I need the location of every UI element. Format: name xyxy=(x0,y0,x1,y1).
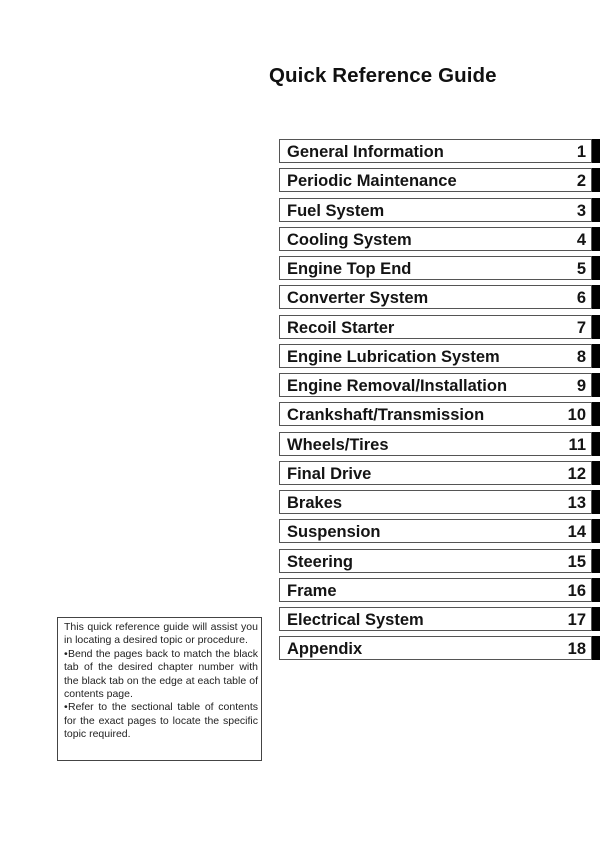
chapter-title: Wheels/Tires xyxy=(287,435,389,454)
black-tab-marker xyxy=(592,577,600,602)
chapter-box: Cooling System 4 xyxy=(279,226,592,251)
chapter-entry[interactable]: Engine Top End 5 xyxy=(279,256,600,280)
chapter-number: 12 xyxy=(567,464,586,483)
chapter-number: 7 xyxy=(576,318,586,337)
chapter-title: Electrical System xyxy=(287,611,424,629)
black-tab-marker xyxy=(592,519,600,544)
usage-note-box: This quick reference guide will assist y… xyxy=(57,617,262,761)
chapter-number: 6 xyxy=(576,289,586,308)
chapter-title: Periodic Maintenance xyxy=(287,172,457,191)
chapter-box: Brakes 13 xyxy=(279,490,592,514)
chapter-box: Converter System 6 xyxy=(279,285,592,310)
chapter-box: Fuel System 3 xyxy=(279,197,592,222)
chapter-number: 3 xyxy=(576,201,586,220)
black-tab-marker xyxy=(592,548,600,573)
black-tab-marker xyxy=(592,197,600,222)
chapter-number: 17 xyxy=(567,611,586,629)
black-tab-marker xyxy=(592,431,600,456)
chapter-box: Engine Top End 5 xyxy=(279,256,592,280)
chapter-entry[interactable]: Final Drive 12 xyxy=(279,460,600,485)
black-tab-marker xyxy=(592,373,600,397)
chapter-box: Electrical System 17 xyxy=(279,607,592,631)
chapter-title: Recoil Starter xyxy=(287,318,395,337)
note-bullet: •Bend the pages back to match the black … xyxy=(64,648,258,702)
chapter-entry[interactable]: Frame 16 xyxy=(279,577,600,602)
chapter-box: General Information 1 xyxy=(279,139,592,163)
chapter-entry[interactable]: Steering 15 xyxy=(279,548,600,573)
chapter-title: Crankshaft/Transmission xyxy=(287,406,485,425)
chapter-number: 16 xyxy=(567,581,586,600)
chapter-box: Appendix 18 xyxy=(279,636,592,661)
black-tab-marker xyxy=(592,343,600,368)
chapter-box: Steering 15 xyxy=(279,548,592,573)
chapter-title: Engine Removal/Installation xyxy=(287,377,508,395)
chapter-number: 18 xyxy=(567,640,586,659)
chapter-entry[interactable]: Converter System 6 xyxy=(279,285,600,310)
black-tab-marker xyxy=(592,314,600,339)
note-bullet: •Refer to the sectional table of content… xyxy=(64,701,258,741)
chapter-box: Engine Removal/Installation 9 xyxy=(279,373,592,397)
note-bullet-text: Bend the pages back to match the black t… xyxy=(64,647,258,701)
black-tab-marker xyxy=(592,226,600,251)
chapter-number: 9 xyxy=(576,377,586,395)
black-tab-marker xyxy=(592,285,600,310)
chapter-entry[interactable]: Fuel System 3 xyxy=(279,197,600,222)
chapter-number: 5 xyxy=(576,260,586,278)
black-tab-marker xyxy=(592,607,600,631)
chapter-entry[interactable]: Engine Removal/Installation 9 xyxy=(279,373,600,397)
chapter-title: Fuel System xyxy=(287,201,385,220)
chapter-entry[interactable]: Wheels/Tires 11 xyxy=(279,431,600,456)
black-tab-marker xyxy=(592,490,600,514)
chapter-entry[interactable]: Cooling System 4 xyxy=(279,226,600,251)
note-intro: This quick reference guide will assist y… xyxy=(64,621,258,647)
chapter-title: General Information xyxy=(287,143,444,161)
chapter-entry[interactable]: Periodic Maintenance 2 xyxy=(279,168,600,193)
chapter-title: Final Drive xyxy=(287,464,372,483)
chapter-title: Frame xyxy=(287,581,337,600)
chapter-entry[interactable]: Suspension 14 xyxy=(279,519,600,544)
chapter-title: Steering xyxy=(287,552,354,571)
black-tab-marker xyxy=(592,636,600,661)
usage-note-text: This quick reference guide will assist y… xyxy=(64,621,258,742)
chapter-title: Cooling System xyxy=(287,230,412,249)
chapter-box: Wheels/Tires 11 xyxy=(279,431,592,456)
chapter-number: 15 xyxy=(567,552,586,571)
black-tab-marker xyxy=(592,139,600,163)
chapter-title: Brakes xyxy=(287,494,343,512)
chapter-box: Suspension 14 xyxy=(279,519,592,544)
black-tab-marker xyxy=(592,256,600,280)
chapter-number: 14 xyxy=(567,523,586,542)
chapter-box: Recoil Starter 7 xyxy=(279,314,592,339)
chapter-box: Frame 16 xyxy=(279,577,592,602)
note-bullet-text: Refer to the sectional table of contents… xyxy=(64,701,258,741)
chapter-box: Periodic Maintenance 2 xyxy=(279,168,592,193)
chapter-number: 2 xyxy=(576,172,586,191)
chapter-number: 1 xyxy=(576,143,586,161)
chapter-box: Engine Lubrication System 8 xyxy=(279,343,592,368)
chapter-number: 8 xyxy=(576,347,586,366)
chapter-box: Crankshaft/Transmission 10 xyxy=(279,402,592,427)
chapter-entry[interactable]: Engine Lubrication System 8 xyxy=(279,343,600,368)
chapter-number: 13 xyxy=(567,494,586,512)
chapter-title: Engine Lubrication System xyxy=(287,347,500,366)
chapter-number: 4 xyxy=(576,230,586,249)
chapter-entry[interactable]: Recoil Starter 7 xyxy=(279,314,600,339)
chapter-title: Suspension xyxy=(287,523,381,542)
chapter-box: Final Drive 12 xyxy=(279,460,592,485)
chapter-entry[interactable]: Brakes 13 xyxy=(279,490,600,514)
chapter-title: Engine Top End xyxy=(287,260,412,278)
chapter-entry[interactable]: Crankshaft/Transmission 10 xyxy=(279,402,600,427)
black-tab-marker xyxy=(592,460,600,485)
chapter-title: Converter System xyxy=(287,289,429,308)
black-tab-marker xyxy=(592,168,600,193)
black-tab-marker xyxy=(592,402,600,427)
chapter-title: Appendix xyxy=(287,640,363,659)
chapter-number: 11 xyxy=(568,435,586,454)
chapter-entry[interactable]: General Information 1 xyxy=(279,139,600,163)
chapter-entry[interactable]: Electrical System 17 xyxy=(279,607,600,631)
page-title: Quick Reference Guide xyxy=(269,64,497,87)
chapter-number: 10 xyxy=(567,406,586,425)
chapter-entry[interactable]: Appendix 18 xyxy=(279,636,600,661)
